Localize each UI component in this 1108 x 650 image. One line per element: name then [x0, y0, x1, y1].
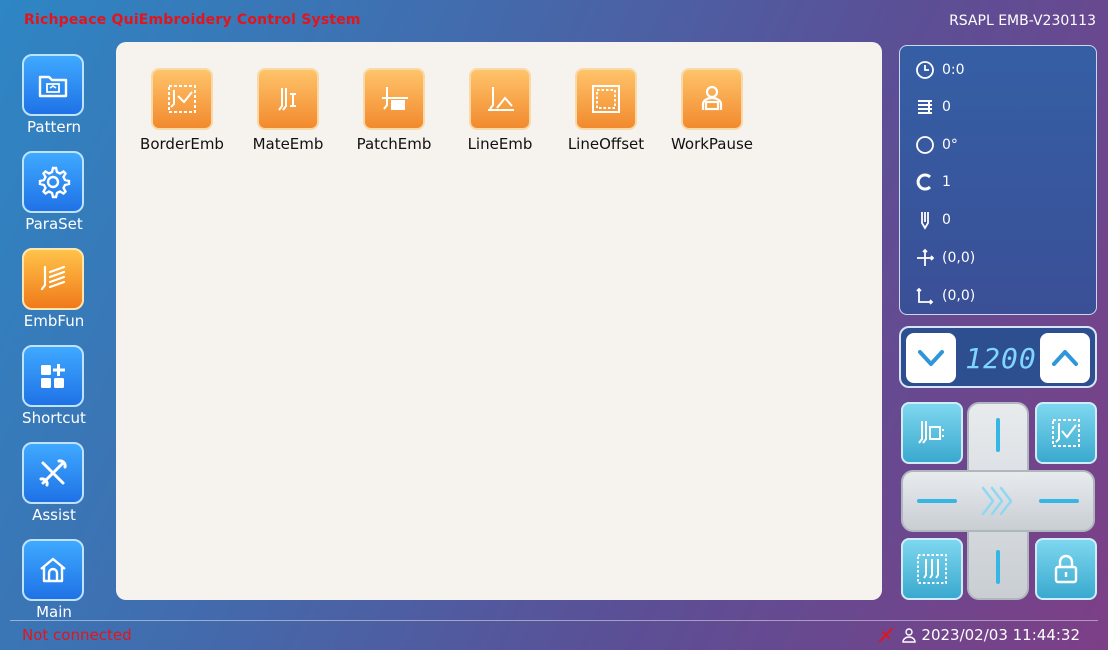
jog-down-mark-icon [996, 550, 1000, 584]
origin-axis-icon [914, 285, 936, 307]
jog-right-button[interactable] [1029, 474, 1091, 528]
clock-icon [914, 59, 936, 81]
double-chevron-right-icon [981, 486, 1013, 516]
func-patch-emb[interactable]: PatchEmb [344, 68, 444, 153]
nav-label-main: Main [36, 603, 72, 621]
nav-label-paraset: ParaSet [25, 215, 83, 233]
function-panel: BorderEmb MateEmb PatchEmb LineEmb LineO… [116, 42, 882, 600]
move-cross-icon [914, 247, 936, 269]
control-pad [899, 400, 1097, 602]
start-button[interactable] [971, 476, 1025, 526]
func-label-border-emb: BorderEmb [140, 135, 224, 153]
speed-down-button[interactable] [906, 333, 956, 383]
title-bar: Richpeace QuiEmbroidery Control System R… [0, 0, 1108, 40]
stat-time: 0:0 [914, 58, 965, 82]
gear-icon [22, 151, 84, 213]
tools-icon [22, 442, 84, 504]
embroidery-function-icon [22, 248, 84, 310]
version-label: RSAPL EMB-V230113 [949, 13, 1096, 29]
stat-color: 1 [914, 170, 951, 194]
color-change-icon [914, 171, 936, 193]
func-label-patch-emb: PatchEmb [356, 135, 432, 153]
nav-label-assist: Assist [32, 506, 76, 524]
datetime-label: 2023/02/03 11:44:32 [921, 626, 1080, 644]
multi-needle-button[interactable] [901, 538, 963, 600]
stat-color-value: 1 [942, 174, 951, 190]
stat-position: (0,0) [914, 246, 975, 270]
footer-divider [10, 620, 1098, 621]
nav-label-pattern: Pattern [27, 118, 81, 136]
app-title: Richpeace QuiEmbroidery Control System [24, 12, 361, 28]
stat-position-value: (0,0) [942, 250, 976, 266]
nav-item-embfun[interactable]: EmbFun [0, 248, 108, 338]
lock-button[interactable] [1035, 538, 1097, 600]
func-mate-emb[interactable]: MateEmb [238, 68, 338, 153]
jog-up-button[interactable] [971, 406, 1025, 468]
patch-emb-icon [363, 68, 425, 130]
link-broken-icon [877, 626, 895, 644]
nav-label-embfun: EmbFun [23, 312, 85, 330]
trim-needle-button[interactable] [901, 402, 963, 464]
connection-status: Not connected [22, 626, 132, 644]
speed-up-button[interactable] [1040, 333, 1090, 383]
stat-needle: 0 [914, 208, 951, 232]
func-work-pause[interactable]: WorkPause [662, 68, 762, 153]
jog-right-mark-icon [1039, 499, 1079, 503]
status-panel: 0:0 0 0° 1 0 (0,0) (0,0) [899, 45, 1097, 315]
func-line-offset[interactable]: LineOffset [556, 68, 656, 153]
nav-item-pattern[interactable]: Pattern [0, 54, 108, 144]
needle-frame-icon [918, 421, 944, 444]
func-line-emb[interactable]: LineEmb [450, 68, 550, 153]
stat-time-value: 0:0 [942, 62, 965, 78]
jog-left-button[interactable] [905, 474, 967, 528]
lock-icon [1054, 554, 1078, 584]
home-icon [22, 539, 84, 601]
stat-needle-value: 0 [942, 212, 951, 228]
needle-icon [914, 209, 936, 231]
chevron-up-icon [1052, 350, 1078, 366]
jog-up-mark-icon [996, 418, 1000, 452]
stat-stitches-value: 0 [942, 99, 951, 115]
func-label-line-emb: LineEmb [467, 135, 533, 153]
mate-emb-icon [257, 68, 319, 130]
jog-down-button[interactable] [971, 534, 1025, 596]
stat-angle: 0° [914, 133, 958, 157]
nav-item-shortcut[interactable]: Shortcut [0, 345, 108, 435]
angle-circle-icon [914, 134, 936, 156]
nav-item-assist[interactable]: Assist [0, 442, 108, 532]
stat-origin: (0,0) [914, 284, 975, 308]
border-emb-icon [151, 68, 213, 130]
speed-control: 1200 [899, 326, 1097, 388]
user-icon [901, 627, 917, 643]
speed-display: 1200 [965, 342, 1037, 375]
chevron-down-icon [918, 350, 944, 366]
func-label-line-offset: LineOffset [567, 135, 645, 153]
nav-item-paraset[interactable]: ParaSet [0, 151, 108, 241]
func-border-emb[interactable]: BorderEmb [132, 68, 232, 153]
work-pause-icon [681, 68, 743, 130]
func-label-mate-emb: MateEmb [252, 135, 324, 153]
folder-pattern-icon [22, 54, 84, 116]
border-check-icon [1052, 419, 1080, 447]
stat-angle-value: 0° [942, 137, 958, 153]
jog-left-mark-icon [917, 499, 957, 503]
status-bar: Not connected 2023/02/03 11:44:32 [0, 620, 1108, 650]
stat-stitches: 0 [914, 95, 951, 119]
datetime-area: 2023/02/03 11:44:32 [877, 626, 1080, 644]
func-label-work-pause: WorkPause [670, 135, 754, 153]
stat-origin-value: (0,0) [942, 288, 976, 304]
stitch-count-icon [914, 96, 936, 118]
line-emb-icon [469, 68, 531, 130]
multi-needle-icon [917, 554, 947, 584]
nav-item-main[interactable]: Main [0, 539, 108, 629]
line-offset-icon [575, 68, 637, 130]
grid-plus-icon [22, 345, 84, 407]
nav-label-shortcut: Shortcut [22, 409, 86, 427]
frame-trace-button[interactable] [1035, 402, 1097, 464]
